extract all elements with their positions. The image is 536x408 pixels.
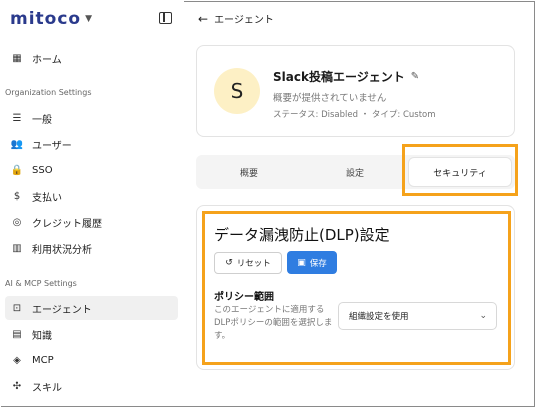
grid-icon: ▦ <box>12 52 22 64</box>
policy-scope-description: このエージェントに適用するDLPポリシーの範囲を選択します。 <box>214 305 333 341</box>
back-link[interactable]: ← エージェント <box>198 11 274 27</box>
policy-scope-select[interactable]: 組織設定を使用 ⌄ <box>338 302 497 330</box>
sidebar-item-knowledge[interactable]: ▤ 知識 <box>5 322 178 346</box>
sidebar-item-label: 支払い <box>32 192 62 204</box>
arrow-left-icon: ← <box>198 11 209 26</box>
org-switcher[interactable]: mitoco ▼ <box>10 9 92 29</box>
agent-card: S Slack投稿エージェント ✎ 概要が提供されていません ステータス: Di… <box>196 45 515 137</box>
sliders-icon: ☰ <box>12 112 22 124</box>
sidebar-item-skills[interactable]: ✣ スキル <box>5 374 178 398</box>
sidebar-item-label: ホーム <box>32 54 62 66</box>
sidebar-item-payment[interactable]: $ 支払い <box>5 184 178 208</box>
chevron-down-icon: ⌄ <box>479 311 487 321</box>
section-label-ai-mcp: AI & MCP Settings <box>5 279 77 288</box>
policy-scope-value: 組織設定を使用 <box>349 312 409 322</box>
agent-name: Slack投稿エージェント ✎ <box>273 68 419 85</box>
sidebar-item-home[interactable]: ▦ ホーム <box>5 46 178 70</box>
sidebar-item-agents[interactable]: ⊡ エージェント <box>5 296 178 320</box>
agent-status: ステータス: Disabled ・ タイプ: Custom <box>273 110 436 120</box>
sidebar-item-users[interactable]: 👥 ユーザー <box>5 132 178 156</box>
sidebar-item-label: MCP <box>32 354 54 366</box>
sidebar-toggle-icon[interactable] <box>159 12 172 24</box>
tab-settings[interactable]: 設定 <box>302 155 408 189</box>
bot-icon: ⊡ <box>12 302 22 314</box>
bar-chart-icon: ▥ <box>12 242 22 254</box>
sidebar-item-credit-history[interactable]: ◎ クレジット履歴 <box>5 210 178 234</box>
reset-button[interactable]: ↺ リセット <box>214 252 282 274</box>
policy-scope-label: ポリシー範囲 <box>214 292 274 303</box>
sidebar-item-label: クレジット履歴 <box>32 218 102 230</box>
sidebar-item-usage-analysis[interactable]: ▥ 利用状況分析 <box>5 236 178 260</box>
lock-icon: 🔒 <box>10 164 24 176</box>
save-button[interactable]: ▣ 保存 <box>287 251 337 274</box>
logo: mitoco <box>10 9 82 29</box>
sidebar-item-label: ユーザー <box>32 140 72 152</box>
section-label-organization: Organization Settings <box>5 88 92 97</box>
coins-icon: ◎ <box>12 216 22 228</box>
mcp-icon: ◈ <box>13 354 21 366</box>
breadcrumb: エージェント <box>214 15 274 26</box>
sidebar-item-label: 利用状況分析 <box>32 244 92 256</box>
pencil-icon[interactable]: ✎ <box>411 71 419 82</box>
sidebar-item-label: エージェント <box>32 304 92 316</box>
dollar-icon: $ <box>13 190 21 202</box>
tab-overview[interactable]: 概要 <box>196 155 302 189</box>
sidebar-item-label: 一般 <box>32 114 52 126</box>
highlight-box-security-tab <box>402 144 518 196</box>
avatar: S <box>214 68 260 114</box>
book-icon: ▤ <box>12 328 22 340</box>
chevron-down-icon: ▼ <box>85 14 93 24</box>
sidebar-item-sso[interactable]: 🔒 SSO <box>5 158 178 182</box>
agent-name-text: Slack投稿エージェント <box>273 70 405 84</box>
save-icon: ▣ <box>297 257 306 268</box>
agent-description: 概要が提供されていません <box>273 93 387 104</box>
puzzle-icon: ✣ <box>12 380 22 392</box>
sidebar-item-label: スキル <box>32 382 62 394</box>
sidebar-item-label: SSO <box>32 164 53 176</box>
save-button-label: 保存 <box>309 258 327 269</box>
sidebar-item-general[interactable]: ☰ 一般 <box>5 106 178 130</box>
users-icon: 👥 <box>10 138 24 150</box>
sidebar-item-mcp[interactable]: ◈ MCP <box>5 348 178 372</box>
rotate-ccw-icon: ↺ <box>225 258 233 268</box>
sidebar-item-label: 知識 <box>32 330 52 342</box>
reset-button-label: リセット <box>236 259 271 269</box>
dlp-title: データ漏洩防止(DLP)設定 <box>214 226 390 244</box>
